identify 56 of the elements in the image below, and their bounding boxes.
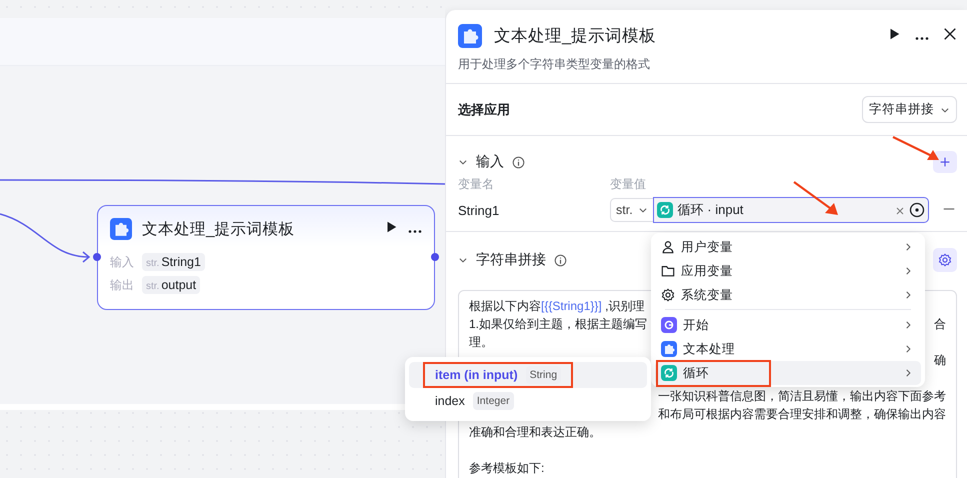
- variable-tag: str. output: [142, 276, 200, 294]
- template-text: 1.如果仅给到主题，根据主题编写: [469, 316, 648, 333]
- port-label: 输出: [110, 276, 134, 294]
- type-tag: Integer: [472, 392, 514, 410]
- template-text: 理。: [469, 334, 493, 351]
- template-text: 一张知识科普信息图，简洁且易懂，输出内容下面参考: [658, 388, 946, 405]
- more-icon: [408, 230, 422, 233]
- puzzle-icon: [110, 218, 132, 240]
- node-title: 文本处理_提示词模板: [142, 220, 296, 240]
- annotation-arrow: [793, 181, 838, 215]
- loop-icon: [656, 202, 673, 218]
- template-text: 确: [934, 352, 946, 369]
- variable-value-field[interactable]: 循环 · input: [652, 197, 929, 223]
- more-icon: [915, 37, 929, 40]
- annotation-box: item (in input) String: [423, 362, 574, 388]
- clear-icon: [896, 206, 904, 214]
- info-icon: [554, 254, 567, 266]
- settings-icon: [938, 253, 952, 267]
- annotation-box: 循环: [656, 360, 771, 386]
- panel-title: 文本处理_提示词模板: [494, 26, 658, 47]
- section-title: 字符串拼接: [476, 251, 546, 269]
- close-icon: [943, 26, 957, 40]
- settings-icon: [661, 288, 675, 302]
- user-icon: [661, 240, 675, 254]
- loop-icon: [661, 365, 677, 381]
- puzzle-icon: [458, 24, 482, 48]
- info-icon: [512, 156, 525, 168]
- menu-item[interactable]: 文本处理: [655, 337, 921, 361]
- menu-item[interactable]: 循环: [655, 361, 921, 385]
- template-text: 和布局可根据内容需要合理安排和调整，确保输出内容: [658, 406, 946, 423]
- field-label: 选择应用: [458, 100, 510, 118]
- column-header: 变量名: [458, 176, 495, 193]
- annotation-arrow: [892, 136, 939, 160]
- target-icon: [908, 202, 925, 218]
- settings-button[interactable]: [933, 248, 957, 272]
- node-card[interactable]: 文本处理_提示词模板 输入 str. String1 输出 str. output: [97, 205, 435, 310]
- start-icon: [661, 317, 677, 333]
- menu-item[interactable]: 用户变量: [655, 235, 921, 259]
- plus-icon: [940, 157, 950, 167]
- column-header: 变量值: [610, 176, 646, 193]
- template-text: 准确和合理和表达正确。: [469, 424, 601, 441]
- add-button[interactable]: [933, 151, 957, 173]
- variable-tag: str. String1: [142, 253, 205, 271]
- folder-icon: [661, 264, 675, 278]
- port-label: 输入: [110, 254, 134, 270]
- section-title: 输入: [476, 153, 504, 171]
- template-text: 合: [934, 316, 946, 333]
- template-text: 根据以下内容[{{String1}}] ,识别理: [469, 298, 644, 315]
- variable-name: String1: [458, 202, 500, 218]
- template-text: 参考模板如下:: [469, 460, 544, 477]
- menu-item[interactable]: 开始: [655, 313, 921, 337]
- puzzle-icon: [661, 341, 677, 357]
- panel-description: 用于处理多个字符串类型变量的格式: [458, 56, 651, 73]
- app-select[interactable]: 字符串拼接: [862, 96, 957, 123]
- menu-item[interactable]: 应用变量: [655, 259, 921, 283]
- submenu-item[interactable]: item (in input) String: [409, 362, 647, 388]
